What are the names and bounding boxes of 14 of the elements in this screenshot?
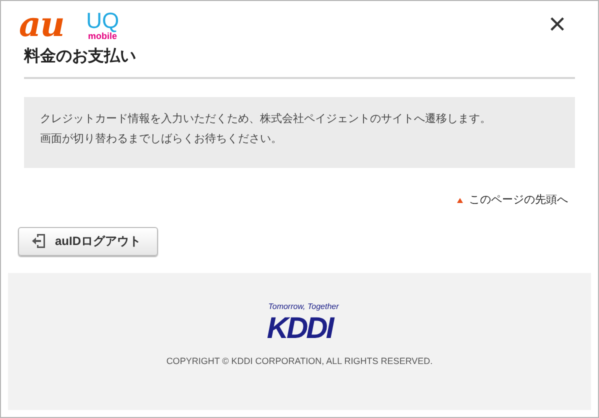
copyright-text: COPYRIGHT © KDDI CORPORATION, ALL RIGHTS RESERVED. xyxy=(166,354,433,368)
logout-icon xyxy=(31,233,47,249)
notice-text: クレジットカード情報を入力いただくため、株式会社ペイジェントのサイトへ遷移します。 xyxy=(40,112,492,127)
kddi-logo: KDDI xyxy=(266,312,332,344)
footer-tagline: Tomorrow, Together xyxy=(268,300,339,312)
triangle-up-icon xyxy=(457,198,463,203)
uq-logo: UQ xyxy=(86,10,120,32)
page-title: 料金のお支払い xyxy=(24,46,137,67)
au-logo: au xyxy=(19,8,64,42)
logout-button[interactable]: auIDログアウト xyxy=(18,226,158,256)
page-top-link[interactable]: このページの先頭へ xyxy=(469,192,568,208)
logo-subtext: mobile xyxy=(88,32,118,40)
notice-text: 画面が切り替わるまでしばらくお待ちください。 xyxy=(40,132,283,147)
close-button[interactable]: × xyxy=(548,10,566,40)
